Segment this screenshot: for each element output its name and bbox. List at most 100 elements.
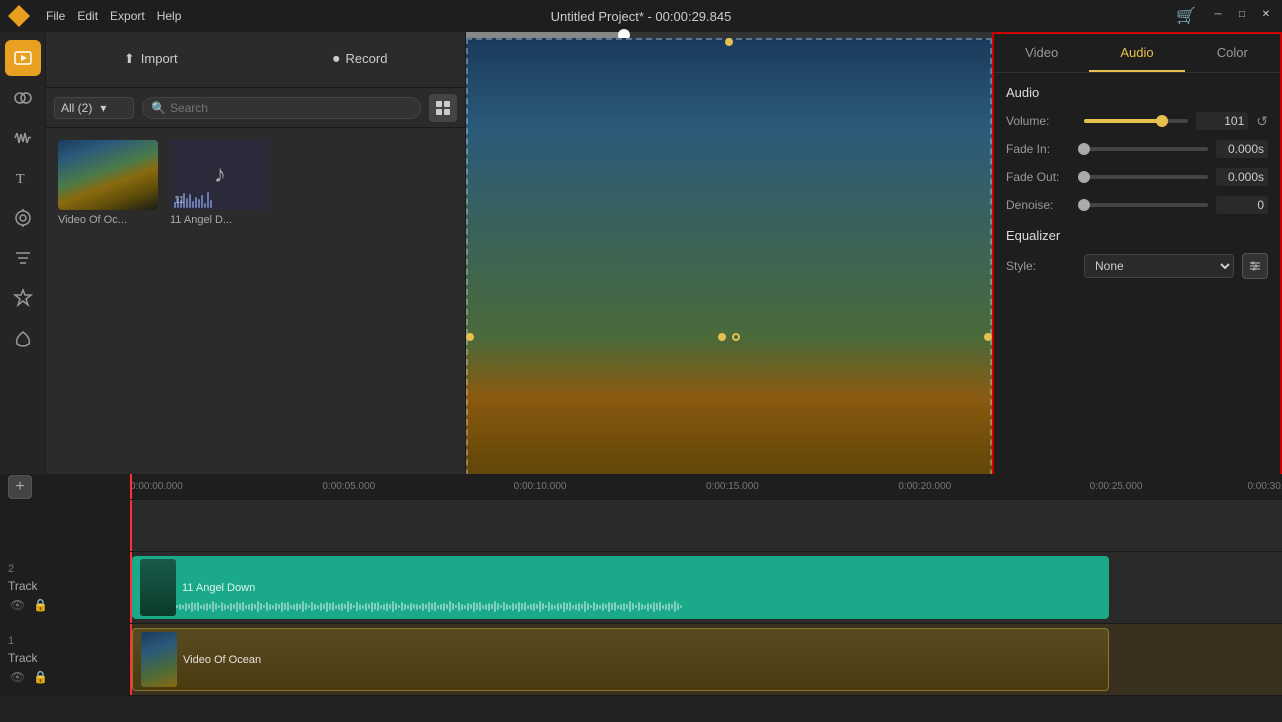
playhead-track-2 <box>130 552 132 623</box>
audio-clip-label: 11 Angel Down <box>182 582 255 594</box>
import-button[interactable]: ⬆ Import <box>46 32 256 87</box>
handle-center-1[interactable] <box>718 333 726 341</box>
handle-top[interactable] <box>725 38 733 46</box>
equalizer-settings-button[interactable] <box>1242 253 1268 279</box>
menu-file[interactable]: File <box>46 9 65 23</box>
window-title: Untitled Project* - 00:00:29.845 <box>551 9 732 24</box>
volume-label: Volume: <box>1006 114 1076 128</box>
ruler-mark-6: 0:00:30.000 <box>1247 481 1282 492</box>
ruler-mark-3: 0:00:15.000 <box>706 481 759 492</box>
track-name-2: Track <box>8 579 121 593</box>
volume-value: 101 <box>1196 112 1248 130</box>
empty-track-content <box>130 500 1282 551</box>
list-item[interactable]: ♪ 11 <box>170 140 270 226</box>
menu-export[interactable]: Export <box>110 9 145 23</box>
style-select[interactable]: None <box>1084 254 1234 278</box>
empty-track-header <box>0 500 130 551</box>
sidebar-item-stickers[interactable] <box>5 280 41 316</box>
app-logo <box>8 5 30 27</box>
track-name-1: Track <box>8 651 121 665</box>
track-2-lock-button[interactable]: 🔒 <box>31 597 50 613</box>
media-filter-select[interactable]: All (2) ▾ <box>54 97 134 119</box>
titlebar-left: File Edit Export Help <box>8 5 181 27</box>
ruler-mark-5: 0:00:25.000 <box>1090 481 1143 492</box>
ruler-mark-4: 0:00:20.000 <box>898 481 951 492</box>
tab-audio[interactable]: Audio <box>1089 34 1184 72</box>
properties-tabs: Video Audio Color <box>994 34 1280 73</box>
media-search: 🔍 <box>142 97 421 119</box>
style-label: Style: <box>1006 259 1076 273</box>
track-2-visibility-button[interactable]: 👁 <box>8 597 27 613</box>
equalizer-section-title: Equalizer <box>1006 228 1268 243</box>
sidebar-item-transitions[interactable] <box>5 80 41 116</box>
handle-left[interactable] <box>466 333 474 341</box>
track-1-header: 1 Track 👁 🔒 <box>0 624 130 695</box>
empty-track-row <box>0 500 1282 552</box>
media-thumbnail: ♪ 11 <box>170 140 270 210</box>
sidebar-item-audio[interactable] <box>5 120 41 156</box>
volume-slider[interactable] <box>1084 119 1188 123</box>
timeline-ruler: + 0:00:00.000 0:00:05.000 0:00:10.000 0:… <box>0 474 1282 500</box>
list-item[interactable]: Video Of Oc... <box>58 140 158 226</box>
titlebar: File Edit Export Help Untitled Project* … <box>0 0 1282 32</box>
fade-out-slider[interactable] <box>1084 175 1208 179</box>
tab-color[interactable]: Color <box>1185 34 1280 72</box>
fade-in-slider[interactable] <box>1084 147 1208 151</box>
fade-in-label: Fade In: <box>1006 142 1076 156</box>
media-topbar: ⬆ Import ⏺ Record <box>46 32 465 88</box>
track-2-header: 2 Track 👁 🔒 <box>0 552 130 623</box>
audio-section-title: Audio <box>1006 85 1268 100</box>
timeline: + 0:00:00.000 0:00:05.000 0:00:10.000 0:… <box>0 474 1282 722</box>
track-2-controls: 👁 🔒 <box>8 597 121 613</box>
fade-out-label: Fade Out: <box>1006 170 1076 184</box>
ruler-mark-2: 0:00:10.000 <box>514 481 567 492</box>
import-label: Import <box>141 51 178 66</box>
handle-center-2[interactable] <box>732 333 740 341</box>
sidebar-item-media[interactable] <box>5 40 41 76</box>
track-1-visibility-button[interactable]: 👁 <box>8 669 27 685</box>
denoise-slider[interactable] <box>1084 203 1208 207</box>
ruler-mark-1: 0:00:05.000 <box>322 481 375 492</box>
menu-bar: File Edit Export Help <box>46 9 181 23</box>
equalizer-row: Style: None <box>1006 253 1268 279</box>
view-toggle-button[interactable] <box>429 94 457 122</box>
track-1-lock-button[interactable]: 🔒 <box>31 669 50 685</box>
video-clip[interactable]: Video Of Ocean <box>132 628 1109 691</box>
cart-icon[interactable]: 🛒 <box>1176 6 1196 26</box>
denoise-label: Denoise: <box>1006 198 1076 212</box>
maximize-button[interactable]: □ <box>1234 6 1250 22</box>
chevron-down-icon: ▾ <box>100 101 106 115</box>
table-row: 2 Track 👁 🔒 11 Angel Down // G <box>0 552 1282 624</box>
fade-in-row: Fade In: 0.000s <box>1006 140 1268 158</box>
record-label: Record <box>346 51 388 66</box>
record-button[interactable]: ⏺ Record <box>256 32 466 87</box>
track-number-1: 1 <box>8 635 14 647</box>
fade-out-row: Fade Out: 0.000s <box>1006 168 1268 186</box>
track-2-content[interactable]: 11 Angel Down // Generate waveform bars … <box>130 552 1282 623</box>
add-track-button[interactable]: + <box>8 475 32 499</box>
volume-row: Volume: 101 ↺ <box>1006 112 1268 130</box>
denoise-row: Denoise: 0 <box>1006 196 1268 214</box>
handle-right[interactable] <box>984 333 992 341</box>
sidebar-item-effects[interactable] <box>5 200 41 236</box>
menu-help[interactable]: Help <box>157 9 182 23</box>
clip-thumbnail <box>141 632 177 687</box>
menu-edit[interactable]: Edit <box>77 9 98 23</box>
tab-video[interactable]: Video <box>994 34 1089 72</box>
sidebar-item-filters[interactable] <box>5 240 41 276</box>
track-1-content[interactable]: Video Of Ocean <box>130 624 1282 695</box>
fade-in-value: 0.000s <box>1216 140 1268 158</box>
volume-reset-button[interactable]: ↺ <box>1256 113 1268 130</box>
sidebar-item-overlay[interactable] <box>5 320 41 356</box>
media-toolbar: All (2) ▾ 🔍 <box>46 88 465 128</box>
sidebar-item-text[interactable]: T <box>5 160 41 196</box>
playhead-line <box>130 500 132 551</box>
audio-clip[interactable]: 11 Angel Down // Generate waveform bars … <box>132 556 1109 619</box>
fade-out-value: 0.000s <box>1216 168 1268 186</box>
minimize-button[interactable]: ─ <box>1210 6 1226 22</box>
playhead-track-1 <box>130 624 132 695</box>
search-input[interactable] <box>170 101 412 115</box>
close-button[interactable]: ✕ <box>1258 6 1274 22</box>
search-icon: 🔍 <box>151 101 166 115</box>
denoise-value: 0 <box>1216 196 1268 214</box>
